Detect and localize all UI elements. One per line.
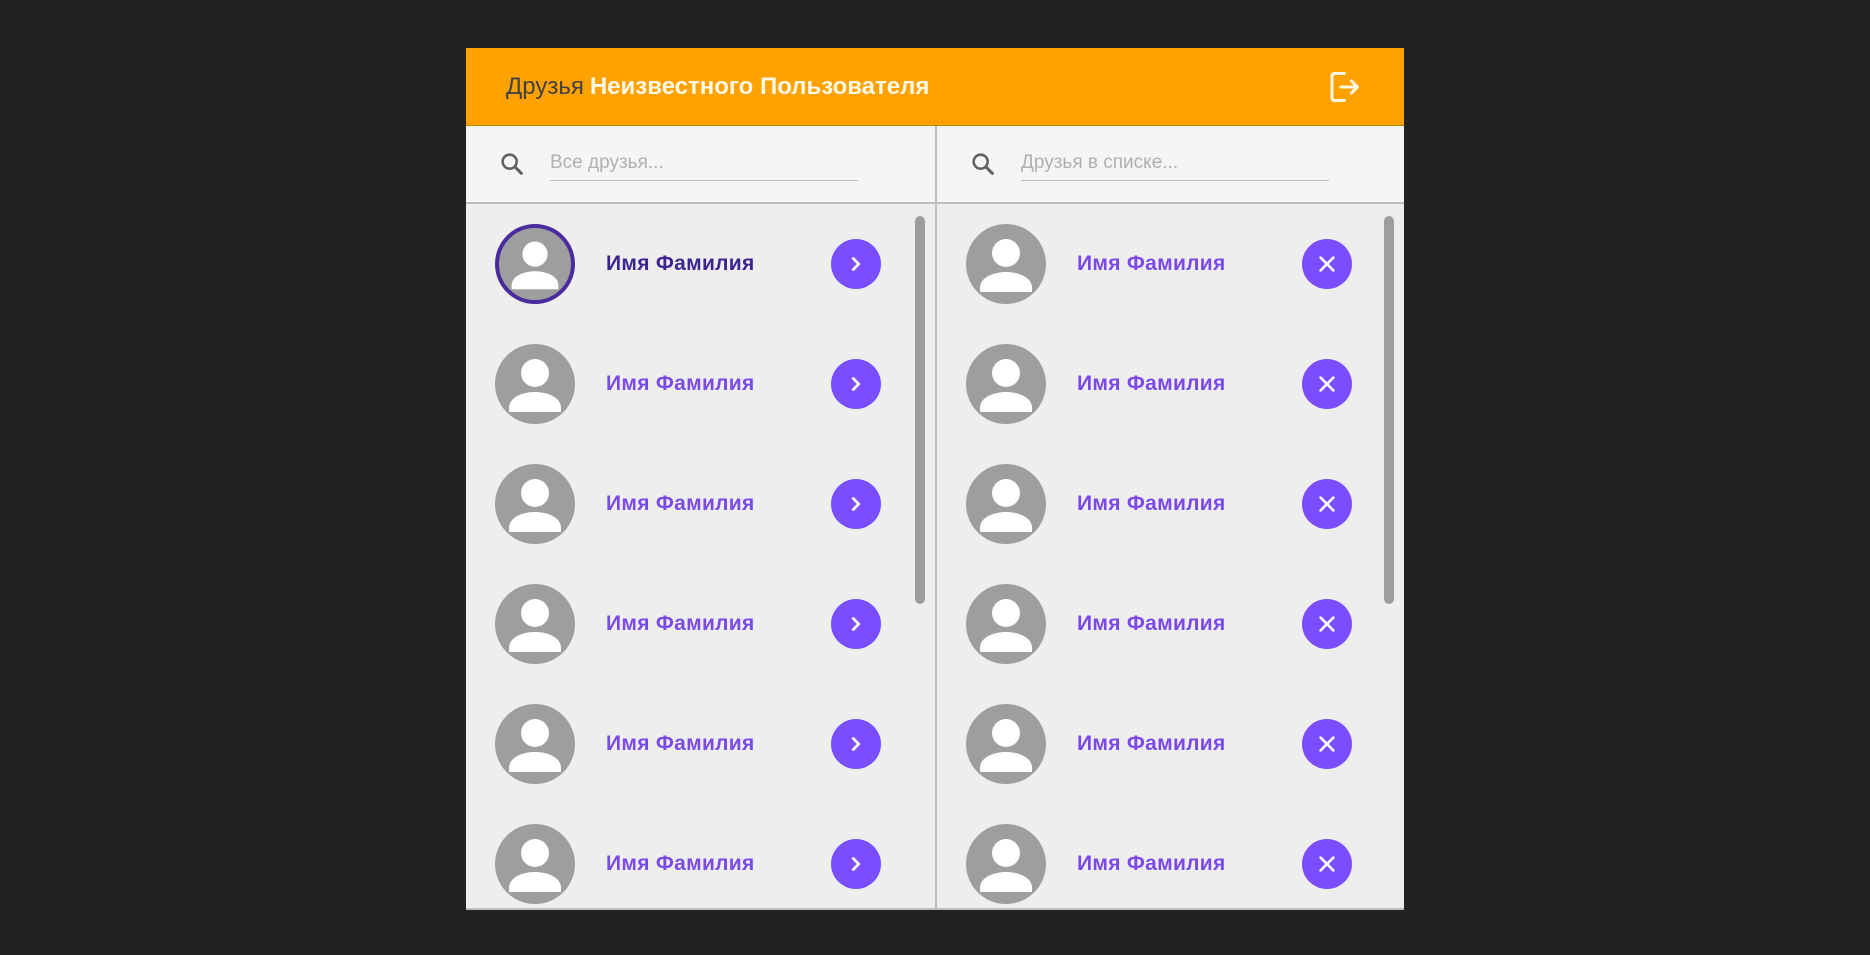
friend-name: Имя Фамилия	[606, 372, 755, 395]
person-icon	[511, 241, 559, 290]
close-icon	[1319, 256, 1335, 272]
friend-list-item[interactable]: Имя Фамилия	[937, 804, 1404, 910]
chevron-right-icon	[851, 497, 861, 511]
all-friends-list[interactable]: Имя Фамилия Имя Фамилия Имя Фамилия Имя …	[466, 204, 935, 910]
close-icon	[1319, 496, 1335, 512]
avatar	[495, 224, 575, 304]
avatar	[966, 824, 1046, 904]
person-icon	[980, 359, 1032, 412]
friend-list-item[interactable]: Имя Фамилия	[937, 444, 1404, 564]
person-icon	[509, 839, 561, 892]
title-prefix: Друзья	[506, 72, 584, 100]
person-icon	[980, 479, 1032, 532]
friend-list-item[interactable]: Имя Фамилия	[466, 684, 935, 804]
friend-list-item[interactable]: Имя Фамилия	[466, 564, 935, 684]
friend-name: Имя Фамилия	[606, 852, 755, 875]
remove-from-list-button[interactable]	[1302, 719, 1352, 769]
remove-from-list-button[interactable]	[1302, 359, 1352, 409]
friend-name: Имя Фамилия	[1077, 612, 1226, 635]
chevron-right-icon	[851, 857, 861, 871]
friend-list-item[interactable]: Имя Фамилия	[937, 204, 1404, 324]
avatar	[495, 824, 575, 904]
friend-list-item[interactable]: Имя Фамилия	[937, 684, 1404, 804]
avatar	[495, 464, 575, 544]
avatar	[495, 344, 575, 424]
avatar	[495, 704, 575, 784]
close-icon	[1319, 736, 1335, 752]
friend-list-item[interactable]: Имя Фамилия	[937, 564, 1404, 684]
all-friends-panel: Имя Фамилия Имя Фамилия Имя Фамилия Им	[466, 126, 935, 910]
columns: Имя Фамилия Имя Фамилия Имя Фамилия Им	[466, 126, 1404, 910]
remove-from-list-button[interactable]	[1302, 479, 1352, 529]
scrollbar[interactable]	[915, 216, 925, 604]
chevron-right-icon	[851, 737, 861, 751]
person-icon	[509, 599, 561, 652]
friend-list-item[interactable]: Имя Фамилия	[466, 324, 935, 444]
remove-from-list-button[interactable]	[1302, 239, 1352, 289]
friend-name: Имя Фамилия	[606, 252, 755, 275]
avatar	[966, 704, 1046, 784]
search-icon	[501, 153, 523, 175]
friend-name: Имя Фамилия	[1077, 252, 1226, 275]
add-to-list-button[interactable]	[831, 839, 881, 889]
person-icon	[980, 239, 1032, 292]
add-to-list-button[interactable]	[831, 239, 881, 289]
chevron-right-icon	[851, 377, 861, 391]
person-icon	[980, 839, 1032, 892]
add-to-list-button[interactable]	[831, 479, 881, 529]
friend-name: Имя Фамилия	[606, 612, 755, 635]
friend-name: Имя Фамилия	[606, 732, 755, 755]
avatar	[966, 344, 1046, 424]
scrollbar[interactable]	[1384, 216, 1394, 604]
friend-name: Имя Фамилия	[1077, 732, 1226, 755]
friends-window: Друзья Неизвестного Пользователя Все дру…	[466, 48, 1404, 910]
remove-from-list-button[interactable]	[1302, 839, 1352, 889]
chevron-right-icon	[851, 617, 861, 631]
avatar	[966, 224, 1046, 304]
close-icon	[1319, 616, 1335, 632]
close-icon	[1319, 856, 1335, 872]
chevron-right-icon	[851, 257, 861, 271]
title-user-name: Неизвестного Пользователя	[589, 72, 930, 100]
friend-list-item[interactable]: Имя Фамилия	[466, 804, 935, 910]
add-to-list-button[interactable]	[831, 719, 881, 769]
list-friends-search-bar	[937, 126, 1404, 204]
add-to-list-button[interactable]	[831, 359, 881, 409]
search-icon	[972, 153, 994, 175]
list-friends-panel: Имя Фамилия Имя Фамилия Имя Фамилия Им	[935, 126, 1404, 910]
avatar	[966, 464, 1046, 544]
person-icon	[509, 719, 561, 772]
friend-name: Имя Фамилия	[1077, 492, 1226, 515]
bottom-divider	[466, 908, 1404, 910]
logout-icon	[1330, 71, 1359, 102]
add-to-list-button[interactable]	[831, 599, 881, 649]
all-friends-search-bar	[466, 126, 935, 204]
avatar	[966, 584, 1046, 664]
remove-from-list-button[interactable]	[1302, 599, 1352, 649]
person-icon	[980, 719, 1032, 772]
list-friends-list[interactable]: Имя Фамилия Имя Фамилия Имя Фамилия Имя …	[937, 204, 1404, 910]
list-friends-search-input[interactable]	[1021, 147, 1329, 181]
friend-name: Имя Фамилия	[1077, 852, 1226, 875]
logout-button[interactable]	[1324, 67, 1364, 107]
friend-list-item[interactable]: Имя Фамилия	[466, 444, 935, 564]
all-friends-search-input[interactable]	[550, 147, 858, 181]
page-title: Друзья Неизвестного Пользователя	[506, 73, 929, 101]
friend-name: Имя Фамилия	[606, 492, 755, 515]
person-icon	[980, 599, 1032, 652]
avatar	[495, 584, 575, 664]
person-icon	[509, 359, 561, 412]
person-icon	[509, 479, 561, 532]
friend-list-item[interactable]: Имя Фамилия	[937, 324, 1404, 444]
friend-name: Имя Фамилия	[1077, 372, 1226, 395]
friend-list-item[interactable]: Имя Фамилия	[466, 204, 935, 324]
close-icon	[1319, 376, 1335, 392]
app-header: Друзья Неизвестного Пользователя	[466, 48, 1404, 126]
